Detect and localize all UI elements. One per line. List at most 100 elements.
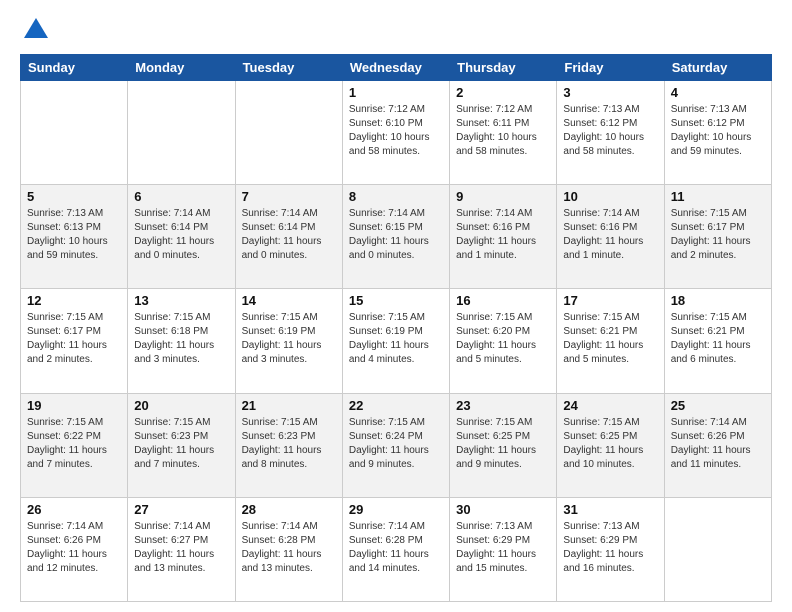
- week-row-3: 12 Sunrise: 7:15 AM Sunset: 6:17 PM Dayli…: [21, 289, 772, 393]
- cell-info: Sunrise: 7:14 AM Sunset: 6:26 PM Dayligh…: [27, 520, 121, 576]
- calendar-cell: 5 Sunrise: 7:13 AM Sunset: 6:13 PM Daylig…: [21, 185, 128, 289]
- calendar-cell: 12 Sunrise: 7:15 AM Sunset: 6:17 PM Dayli…: [21, 289, 128, 393]
- cell-day-number: 28: [242, 502, 336, 517]
- cell-info: Sunrise: 7:14 AM Sunset: 6:14 PM Dayligh…: [134, 207, 228, 263]
- cell-day-number: 13: [134, 293, 228, 308]
- calendar-cell: 13 Sunrise: 7:15 AM Sunset: 6:18 PM Dayli…: [128, 289, 235, 393]
- calendar-cell: 14 Sunrise: 7:15 AM Sunset: 6:19 PM Dayli…: [235, 289, 342, 393]
- cell-info: Sunrise: 7:14 AM Sunset: 6:28 PM Dayligh…: [242, 520, 336, 576]
- cell-day-number: 25: [671, 398, 765, 413]
- cell-info: Sunrise: 7:15 AM Sunset: 6:23 PM Dayligh…: [242, 416, 336, 472]
- header: [20, 16, 772, 44]
- cell-info: Sunrise: 7:14 AM Sunset: 6:28 PM Dayligh…: [349, 520, 443, 576]
- weekday-header-tuesday: Tuesday: [235, 55, 342, 81]
- calendar-cell: 28 Sunrise: 7:14 AM Sunset: 6:28 PM Dayli…: [235, 497, 342, 601]
- weekday-header-thursday: Thursday: [450, 55, 557, 81]
- logo: [20, 16, 50, 44]
- calendar-cell: 29 Sunrise: 7:14 AM Sunset: 6:28 PM Dayli…: [342, 497, 449, 601]
- cell-day-number: 21: [242, 398, 336, 413]
- cell-info: Sunrise: 7:14 AM Sunset: 6:14 PM Dayligh…: [242, 207, 336, 263]
- calendar-cell: 15 Sunrise: 7:15 AM Sunset: 6:19 PM Dayli…: [342, 289, 449, 393]
- calendar-cell: [128, 81, 235, 185]
- cell-info: Sunrise: 7:15 AM Sunset: 6:23 PM Dayligh…: [134, 416, 228, 472]
- calendar-cell: 20Sunrise: 7:15 AM Sunset: 6:23 PM Dayli…: [128, 393, 235, 497]
- cell-info: Sunrise: 7:15 AM Sunset: 6:21 PM Dayligh…: [563, 311, 657, 367]
- calendar-cell: 27 Sunrise: 7:14 AM Sunset: 6:27 PM Dayli…: [128, 497, 235, 601]
- cell-day-number: 26: [27, 502, 121, 517]
- calendar-cell: 9Sunrise: 7:14 AM Sunset: 6:16 PM Daylig…: [450, 185, 557, 289]
- cell-info: Sunrise: 7:15 AM Sunset: 6:25 PM Dayligh…: [456, 416, 550, 472]
- cell-info: Sunrise: 7:15 AM Sunset: 6:17 PM Dayligh…: [27, 311, 121, 367]
- cell-info: Sunrise: 7:15 AM Sunset: 6:21 PM Dayligh…: [671, 311, 765, 367]
- cell-day-number: 15: [349, 293, 443, 308]
- cell-info: Sunrise: 7:14 AM Sunset: 6:27 PM Dayligh…: [134, 520, 228, 576]
- cell-day-number: 3: [563, 85, 657, 100]
- cell-day-number: 22: [349, 398, 443, 413]
- page: SundayMondayTuesdayWednesdayThursdayFrid…: [0, 0, 792, 612]
- calendar-cell: 19 Sunrise: 7:15 AM Sunset: 6:22 PM Dayli…: [21, 393, 128, 497]
- cell-day-number: 5: [27, 189, 121, 204]
- weekday-header-saturday: Saturday: [664, 55, 771, 81]
- calendar-cell: 26 Sunrise: 7:14 AM Sunset: 6:26 PM Dayli…: [21, 497, 128, 601]
- calendar-cell: 8Sunrise: 7:14 AM Sunset: 6:15 PM Daylig…: [342, 185, 449, 289]
- logo-icon: [22, 16, 50, 44]
- calendar-cell: [21, 81, 128, 185]
- calendar-cell: 24 Sunrise: 7:15 AM Sunset: 6:25 PM Dayli…: [557, 393, 664, 497]
- cell-info: Sunrise: 7:14 AM Sunset: 6:15 PM Dayligh…: [349, 207, 443, 263]
- weekday-header-monday: Monday: [128, 55, 235, 81]
- calendar-cell: 16Sunrise: 7:15 AM Sunset: 6:20 PM Dayli…: [450, 289, 557, 393]
- cell-day-number: 7: [242, 189, 336, 204]
- cell-day-number: 2: [456, 85, 550, 100]
- calendar-cell: 23 Sunrise: 7:15 AM Sunset: 6:25 PM Dayli…: [450, 393, 557, 497]
- calendar-cell: 3 Sunrise: 7:13 AM Sunset: 6:12 PM Daylig…: [557, 81, 664, 185]
- calendar-cell: 21 Sunrise: 7:15 AM Sunset: 6:23 PM Dayli…: [235, 393, 342, 497]
- calendar-cell: 6 Sunrise: 7:14 AM Sunset: 6:14 PM Daylig…: [128, 185, 235, 289]
- cell-day-number: 1: [349, 85, 443, 100]
- cell-info: Sunrise: 7:15 AM Sunset: 6:19 PM Dayligh…: [242, 311, 336, 367]
- cell-info: Sunrise: 7:12 AM Sunset: 6:10 PM Dayligh…: [349, 103, 443, 159]
- cell-day-number: 11: [671, 189, 765, 204]
- cell-info: Sunrise: 7:15 AM Sunset: 6:25 PM Dayligh…: [563, 416, 657, 472]
- cell-day-number: 31: [563, 502, 657, 517]
- weekday-header-row: SundayMondayTuesdayWednesdayThursdayFrid…: [21, 55, 772, 81]
- calendar-cell: [664, 497, 771, 601]
- cell-day-number: 14: [242, 293, 336, 308]
- cell-day-number: 19: [27, 398, 121, 413]
- calendar-cell: 7 Sunrise: 7:14 AM Sunset: 6:14 PM Daylig…: [235, 185, 342, 289]
- calendar-cell: 2 Sunrise: 7:12 AM Sunset: 6:11 PM Daylig…: [450, 81, 557, 185]
- cell-info: Sunrise: 7:14 AM Sunset: 6:16 PM Dayligh…: [563, 207, 657, 263]
- cell-day-number: 29: [349, 502, 443, 517]
- calendar-cell: 1 Sunrise: 7:12 AM Sunset: 6:10 PM Daylig…: [342, 81, 449, 185]
- calendar-cell: 11 Sunrise: 7:15 AM Sunset: 6:17 PM Dayli…: [664, 185, 771, 289]
- weekday-header-friday: Friday: [557, 55, 664, 81]
- calendar-table: SundayMondayTuesdayWednesdayThursdayFrid…: [20, 54, 772, 602]
- calendar-cell: 22 Sunrise: 7:15 AM Sunset: 6:24 PM Dayli…: [342, 393, 449, 497]
- week-row-1: 1 Sunrise: 7:12 AM Sunset: 6:10 PM Daylig…: [21, 81, 772, 185]
- calendar-cell: 18 Sunrise: 7:15 AM Sunset: 6:21 PM Dayli…: [664, 289, 771, 393]
- weekday-header-sunday: Sunday: [21, 55, 128, 81]
- cell-info: Sunrise: 7:15 AM Sunset: 6:24 PM Dayligh…: [349, 416, 443, 472]
- cell-day-number: 6: [134, 189, 228, 204]
- cell-day-number: 30: [456, 502, 550, 517]
- calendar-cell: 31 Sunrise: 7:13 AM Sunset: 6:29 PM Dayli…: [557, 497, 664, 601]
- cell-day-number: 12: [27, 293, 121, 308]
- cell-day-number: 4: [671, 85, 765, 100]
- cell-info: Sunrise: 7:15 AM Sunset: 6:18 PM Dayligh…: [134, 311, 228, 367]
- week-row-4: 19 Sunrise: 7:15 AM Sunset: 6:22 PM Dayli…: [21, 393, 772, 497]
- cell-day-number: 23: [456, 398, 550, 413]
- cell-day-number: 18: [671, 293, 765, 308]
- cell-info: Sunrise: 7:14 AM Sunset: 6:26 PM Dayligh…: [671, 416, 765, 472]
- cell-info: Sunrise: 7:13 AM Sunset: 6:12 PM Dayligh…: [563, 103, 657, 159]
- cell-info: Sunrise: 7:15 AM Sunset: 6:22 PM Dayligh…: [27, 416, 121, 472]
- weekday-header-wednesday: Wednesday: [342, 55, 449, 81]
- calendar-cell: 25 Sunrise: 7:14 AM Sunset: 6:26 PM Dayli…: [664, 393, 771, 497]
- cell-info: Sunrise: 7:13 AM Sunset: 6:29 PM Dayligh…: [563, 520, 657, 576]
- cell-day-number: 9: [456, 189, 550, 204]
- cell-info: Sunrise: 7:15 AM Sunset: 6:19 PM Dayligh…: [349, 311, 443, 367]
- cell-day-number: 24: [563, 398, 657, 413]
- cell-day-number: 27: [134, 502, 228, 517]
- cell-info: Sunrise: 7:12 AM Sunset: 6:11 PM Dayligh…: [456, 103, 550, 159]
- cell-info: Sunrise: 7:13 AM Sunset: 6:13 PM Dayligh…: [27, 207, 121, 263]
- calendar-cell: [235, 81, 342, 185]
- cell-info: Sunrise: 7:15 AM Sunset: 6:17 PM Dayligh…: [671, 207, 765, 263]
